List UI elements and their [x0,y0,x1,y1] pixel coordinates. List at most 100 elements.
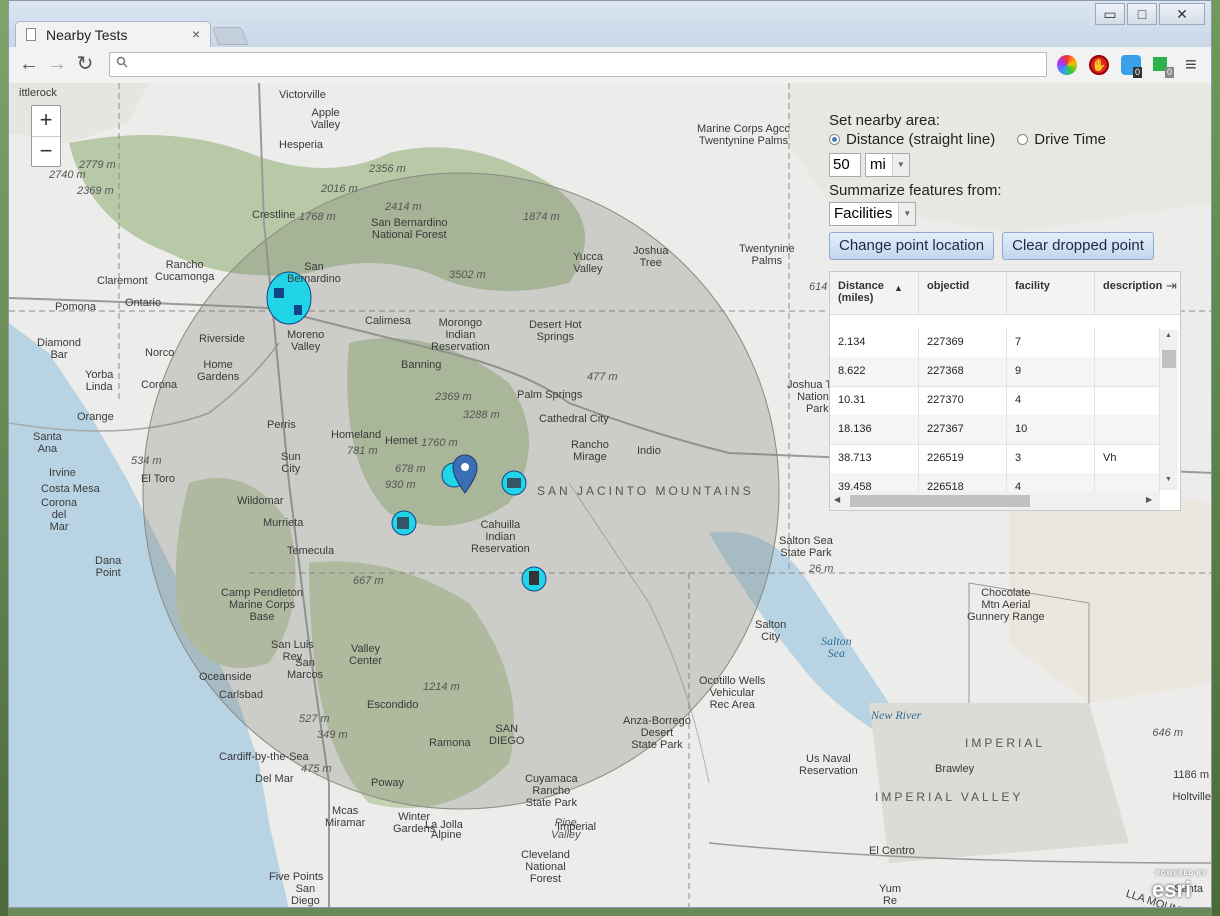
column-header-facility[interactable]: facility [1007,272,1095,314]
reload-button[interactable]: ↻ [73,53,97,75]
map-place-label: 614 [809,281,828,293]
table-row[interactable]: 2.134 227369 7 [830,328,1160,358]
table-cell: 3 [1007,444,1095,473]
map-place-label: Hemet [385,435,418,447]
horizontal-scrollbar[interactable]: ◀ ▶ [830,492,1160,510]
table-cell: 227370 [919,386,1007,415]
table-cell [1095,357,1160,386]
map-place-label: San Bernardino National Forest [371,217,448,241]
map-place-label: San Bernardino [287,261,341,285]
distance-radio-label[interactable]: Distance (straight line) [846,130,995,149]
tab-close-button[interactable]: × [192,26,200,42]
scroll-up-icon[interactable]: ▲ [1165,332,1172,339]
table-cell: 10 [1007,415,1095,444]
close-window-button[interactable]: ✕ [1159,3,1205,25]
distance-radio[interactable] [829,134,840,145]
export-icon[interactable]: ⇥ [1166,278,1177,294]
layer-select[interactable]: Facilities ▼ [829,202,917,226]
scrollbar-thumb[interactable] [1162,350,1176,368]
unit-select[interactable]: mi ▼ [865,153,910,177]
table-row[interactable]: 38.713 226519 3 Vh [830,444,1160,474]
map-place-label: Escondido [367,699,419,711]
facility-marker-icon[interactable] [501,470,527,496]
map-place-label: Irvine [49,467,76,479]
map-place-label: 930 m [385,479,416,491]
drive-time-radio-label[interactable]: Drive Time [1034,130,1106,149]
map-place-label: Santa Ana [33,431,62,455]
table-cell: 4 [1007,386,1095,415]
map-place-label: Ocotillo Wells Vehicular Rec Area [699,675,766,711]
map-place-label: Us Naval Reservation [799,753,858,777]
zoom-in-button[interactable]: + [32,106,60,137]
map-place-label: 2369 m [435,391,472,403]
map-place-label: San Marcos [287,657,324,681]
new-tab-button[interactable] [211,27,249,45]
summarize-label: Summarize features from: [829,182,1002,199]
vertical-scrollbar[interactable]: ▲ ▼ [1160,330,1178,490]
tab-title: Nearby Tests [46,27,128,43]
clear-point-button[interactable]: Clear dropped point [1002,232,1154,260]
column-header-objectid[interactable]: objectid [919,272,1007,314]
column-header-distance[interactable]: Distance (miles) [830,272,919,314]
map-place-label: Indio [637,445,661,457]
map-place-label: 475 m [301,763,332,775]
map-place-label: 1214 m [423,681,460,693]
map-place-label: Home Gardens [197,359,240,383]
table-cell: 7 [1007,328,1095,357]
map-place-label: Twentynine Palms [739,243,795,267]
map-place-label: El Centro [869,845,915,857]
map-place-label: IMPERIAL [965,736,1046,750]
map-place-label: Homeland [331,429,382,441]
color-wheel-extension-icon[interactable] [1057,55,1077,75]
window-controls: ▭ □ ✕ [1093,3,1205,25]
map-place-label: 477 m [587,371,618,383]
map-place-label: Riverside [199,333,245,345]
map-place-label: 1768 m [299,211,336,223]
scroll-left-icon[interactable]: ◀ [834,495,840,504]
map-place-label: Holtville [1172,791,1211,803]
distance-input-row: 50 mi ▼ [829,153,1185,177]
map-place-label: Rancho Mirage [571,439,609,463]
forward-button[interactable]: → [45,53,69,75]
address-bar[interactable] [109,52,1047,77]
map-place-label: 667 m [353,575,384,587]
map-place-label: 678 m [395,463,426,475]
desktop-background-right [1212,0,1220,916]
browser-tab[interactable]: Nearby Tests × [15,21,211,48]
facility-marker-icon[interactable] [391,510,417,536]
map-place-label: Brawley [935,763,975,775]
map-place-label: Salton Sea State Park [779,535,833,559]
map-place-label: El Toro [141,473,176,485]
minimize-button[interactable]: ▭ [1095,3,1125,25]
zoom-out-button[interactable]: − [32,137,60,167]
page-icon [26,28,36,41]
map-place-label: Chocolate Mtn Aerial Gunnery Range [967,587,1045,623]
map-place-label: Yum Re [879,883,902,907]
table-row[interactable]: 8.622 227368 9 [830,357,1160,387]
sort-ascending-icon: ▲ [894,283,903,293]
drive-time-radio[interactable] [1017,134,1029,145]
map-place-label: Costa Mesa [41,483,100,495]
table-row[interactable]: 18.136 227367 10 [830,415,1160,445]
scroll-down-icon[interactable]: ▼ [1165,476,1172,483]
maximize-button[interactable]: □ [1127,3,1157,25]
map-place-label: Yucca Valley [573,251,603,275]
map-place-label: Del Mar [255,773,294,785]
facility-marker-icon[interactable] [521,566,547,592]
back-button[interactable]: ← [17,53,41,75]
nearby-panel: Set nearby area: Distance (straight line… [829,111,1185,260]
change-point-button[interactable]: Change point location [829,232,995,260]
search-icon [116,56,128,71]
column-header-description[interactable]: description [1095,272,1165,314]
distance-input[interactable]: 50 [829,153,861,177]
map-place-label: 1760 m [421,437,458,449]
map-place-label: Murrieta [263,517,304,529]
stop-hand-extension-icon[interactable]: ✋ [1089,55,1109,75]
scroll-right-icon[interactable]: ▶ [1146,495,1152,504]
table-row[interactable]: 10.31 227370 4 [830,386,1160,416]
scrollbar-thumb[interactable] [850,495,1030,507]
browser-menu-button[interactable]: ≡ [1185,54,1197,77]
table-cell: 226519 [919,444,1007,473]
map-place-label: Calimesa [365,315,411,327]
map-place-label: Poway [371,777,405,789]
